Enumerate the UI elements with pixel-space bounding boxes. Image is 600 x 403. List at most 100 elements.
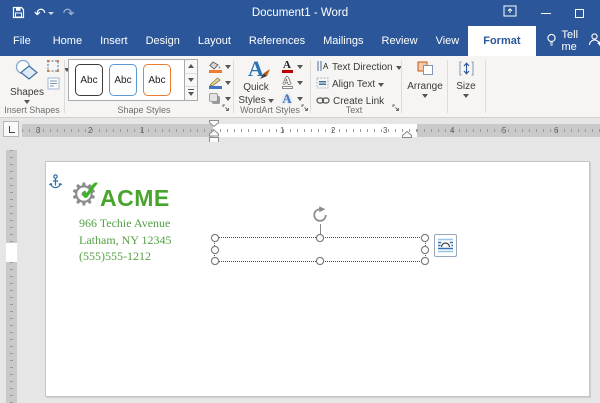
tab-references[interactable]: References: [240, 26, 314, 56]
shape-outline-icon: [208, 76, 222, 90]
address-line: Latham, NY 12345: [79, 232, 172, 249]
resize-handle-bottom-middle[interactable]: [316, 257, 324, 265]
horizontal-ruler[interactable]: 3 2 1 1 2 3 4 5 6: [0, 124, 600, 137]
ruler-number: 6: [554, 126, 558, 135]
resize-handle-middle-left[interactable]: [211, 246, 219, 254]
wordart-dialog-launcher[interactable]: [301, 104, 309, 115]
resize-handle-middle-right[interactable]: [421, 246, 429, 254]
ruler-number: 1: [140, 126, 144, 135]
tell-me-box[interactable]: Tell me: [536, 26, 589, 56]
tab-format-active[interactable]: Format: [468, 26, 535, 56]
group-separator: [310, 60, 311, 113]
ruler-number: 3: [383, 126, 387, 135]
undo-dropdown-caret[interactable]: [48, 12, 54, 15]
sign-in-button[interactable]: [588, 26, 600, 56]
shape-style-thumbnail-3[interactable]: Abc: [143, 64, 171, 96]
wordart-quick-styles-icon: A: [248, 58, 264, 80]
letter-a: A: [282, 94, 291, 104]
logo-check-icon: ✓: [79, 178, 102, 205]
resize-handle-top-right[interactable]: [421, 234, 429, 242]
shape-effects-caret: [225, 97, 231, 101]
ruler-right-margin-segment: [417, 124, 600, 137]
vertical-ruler[interactable]: [6, 150, 17, 403]
edit-shape-button[interactable]: [47, 60, 70, 75]
shapes-dropdown-caret: [24, 100, 30, 104]
gallery-scroll-up[interactable]: [185, 60, 197, 74]
text-effects-button[interactable]: A: [280, 91, 303, 106]
lightbulb-icon: [546, 33, 557, 50]
ruler-number: 1: [280, 126, 284, 135]
save-icon[interactable]: [12, 6, 25, 21]
shape-outline-button[interactable]: [208, 75, 231, 90]
style-sample-text: Abc: [148, 75, 165, 86]
ruler-number: 5: [502, 126, 506, 135]
ribbon-display-options-icon[interactable]: [503, 4, 517, 22]
undo-button[interactable]: ↶: [34, 6, 54, 20]
align-text-icon: [316, 77, 329, 92]
ribbon: Shapes Insert Shapes Abc Abc Abc: [0, 56, 600, 118]
minimize-button[interactable]: [541, 13, 551, 14]
right-indent-marker[interactable]: [402, 131, 412, 140]
arrange-button[interactable]: Arrange: [405, 58, 445, 98]
size-caret: [463, 94, 469, 98]
size-button[interactable]: Size: [450, 58, 482, 98]
undo-icon: ↶: [34, 6, 46, 20]
draw-textbox-button[interactable]: [47, 77, 60, 93]
group-separator: [447, 60, 448, 113]
person-icon: [588, 32, 600, 50]
text-outline-button[interactable]: A: [280, 75, 303, 90]
quick-styles-caret: [268, 99, 274, 103]
tab-file[interactable]: File: [0, 26, 44, 56]
svg-text:A: A: [323, 62, 329, 71]
tab-insert[interactable]: Insert: [91, 26, 137, 56]
shape-fill-icon: [208, 60, 222, 74]
resize-handle-top-middle[interactable]: [316, 234, 324, 242]
quick-styles-button[interactable]: A Quick Styles: [238, 58, 274, 106]
arrange-caret: [422, 94, 428, 98]
gallery-more-button[interactable]: [185, 87, 197, 100]
text-outline-icon: A: [280, 76, 294, 90]
anchor-icon: [49, 174, 62, 194]
gallery-scroll-down[interactable]: [185, 74, 197, 88]
tab-home[interactable]: Home: [44, 26, 91, 56]
resize-handle-bottom-left[interactable]: [211, 257, 219, 265]
tab-mailings[interactable]: Mailings: [314, 26, 372, 56]
text-direction-icon: A: [316, 60, 329, 75]
text-dialog-launcher[interactable]: [392, 104, 400, 115]
address-block: 966 Techie Avenue Latham, NY 12345 (555)…: [79, 215, 172, 265]
shape-styles-dialog-launcher[interactable]: [222, 104, 230, 115]
shape-style-thumbnail-2[interactable]: Abc: [109, 64, 137, 96]
tab-review[interactable]: Review: [373, 26, 427, 56]
document-page[interactable]: ⚙ ✓ ACME 966 Techie Avenue Latham, NY 12…: [45, 161, 590, 397]
text-direction-button[interactable]: A Text Direction: [316, 60, 402, 75]
redo-icon[interactable]: ↷: [63, 6, 75, 20]
resize-handle-top-left[interactable]: [211, 234, 219, 242]
selected-textbox[interactable]: [214, 237, 426, 262]
group-separator: [401, 60, 402, 113]
size-icon: [459, 61, 474, 79]
maximize-button[interactable]: [575, 9, 584, 18]
shape-fill-button[interactable]: [208, 59, 231, 74]
arrange-icon: [417, 61, 434, 79]
align-text-button[interactable]: Align Text: [316, 77, 402, 92]
tab-layout[interactable]: Layout: [189, 26, 240, 56]
company-name: ACME: [100, 185, 170, 212]
ruler-left-margin-segment: [22, 124, 213, 137]
ruler-number: 2: [331, 126, 335, 135]
shapes-button[interactable]: Shapes: [6, 58, 48, 104]
gallery-scrollbar: [184, 60, 197, 100]
quick-access-toolbar: ↶ ↷: [12, 6, 74, 21]
shape-styles-gallery: Abc Abc Abc: [68, 59, 198, 101]
tab-view[interactable]: View: [427, 26, 469, 56]
text-fill-icon: A: [280, 60, 294, 74]
tab-design[interactable]: Design: [137, 26, 189, 56]
layout-options-button[interactable]: [434, 234, 457, 257]
text-fill-button[interactable]: A: [280, 59, 303, 74]
rotation-handle[interactable]: [311, 206, 329, 229]
shape-style-thumbnail-1[interactable]: Abc: [75, 64, 103, 96]
letter-a: A: [283, 76, 291, 86]
ruler-number: 4: [450, 126, 454, 135]
quick-styles-label-1: Quick: [243, 82, 269, 93]
ruler-number: 2: [88, 126, 92, 135]
resize-handle-bottom-right[interactable]: [421, 257, 429, 265]
